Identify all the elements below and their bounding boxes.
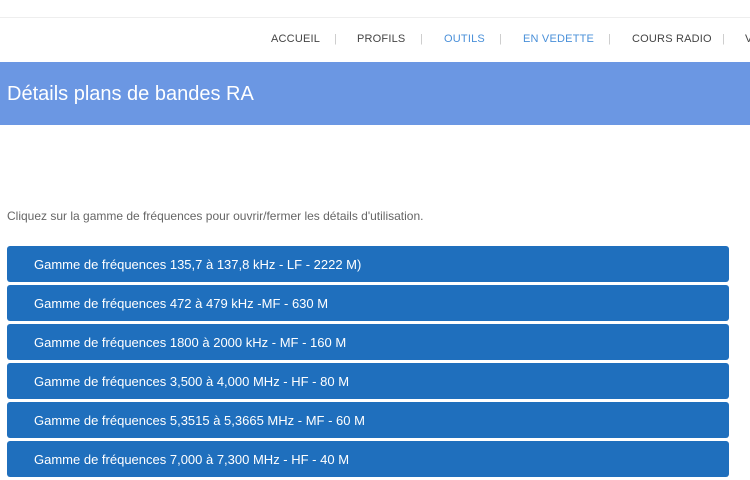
page-title: Détails plans de bandes RA <box>7 83 254 105</box>
header-divider <box>0 17 750 18</box>
nav-item-outils[interactable]: OUTILS <box>444 28 485 50</box>
page-banner: Détails plans de bandes RA <box>0 62 750 125</box>
nav-item-truncated[interactable]: V <box>745 28 750 50</box>
nav-item-profils[interactable]: PROFILS <box>357 28 405 50</box>
band-label: Gamme de fréquences 5,3515 à 5,3665 MHz … <box>34 413 365 428</box>
band-label: Gamme de fréquences 1800 à 2000 kHz - MF… <box>34 335 347 350</box>
nav-separator: | <box>420 33 423 45</box>
band-toggle-40m[interactable]: Gamme de fréquences 7,000 à 7,300 MHz - … <box>7 441 729 477</box>
band-label: Gamme de fréquences 7,000 à 7,300 MHz - … <box>34 452 350 467</box>
nav-separator: | <box>499 33 502 45</box>
band-toggle-60m[interactable]: Gamme de fréquences 5,3515 à 5,3665 MHz … <box>7 402 729 438</box>
nav-item-en-vedette[interactable]: EN VEDETTE <box>523 28 594 50</box>
nav-item-accueil[interactable]: ACCUEIL <box>271 28 320 50</box>
band-toggle-2222m[interactable]: Gamme de fréquences 135,7 à 137,8 kHz - … <box>7 246 729 282</box>
instruction-text: Cliquez sur la gamme de fréquences pour … <box>7 209 424 223</box>
nav-separator: | <box>608 33 611 45</box>
main-navigation: ACCUEIL | PROFILS | OUTILS | EN VEDETTE … <box>0 28 750 50</box>
nav-item-cours-radio[interactable]: COURS RADIO <box>632 28 712 50</box>
band-toggle-80m[interactable]: Gamme de fréquences 3,500 à 4,000 MHz - … <box>7 363 729 399</box>
band-label: Gamme de fréquences 472 à 479 kHz -MF - … <box>34 296 329 311</box>
band-label: Gamme de fréquences 3,500 à 4,000 MHz - … <box>34 374 350 389</box>
band-list: Gamme de fréquences 135,7 à 137,8 kHz - … <box>7 246 729 480</box>
band-toggle-630m[interactable]: Gamme de fréquences 472 à 479 kHz -MF - … <box>7 285 729 321</box>
nav-separator: | <box>722 33 725 45</box>
band-label: Gamme de fréquences 135,7 à 137,8 kHz - … <box>34 257 362 272</box>
band-toggle-160m[interactable]: Gamme de fréquences 1800 à 2000 kHz - MF… <box>7 324 729 360</box>
nav-separator: | <box>334 33 337 45</box>
